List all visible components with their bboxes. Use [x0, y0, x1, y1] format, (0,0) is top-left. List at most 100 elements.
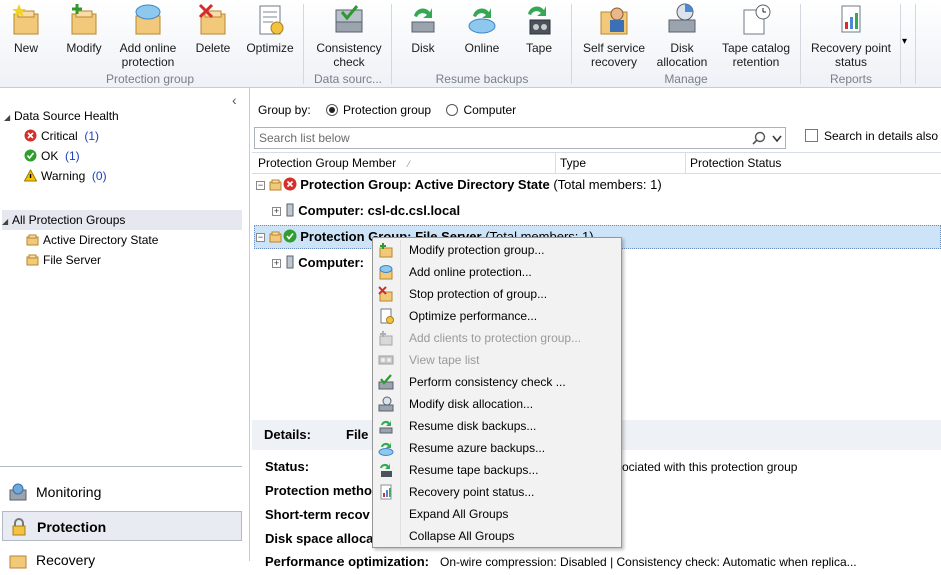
ribbon-separator: [900, 4, 901, 84]
group-by-protection-group-radio[interactable]: Protection group: [326, 103, 431, 117]
resume-disk-button[interactable]: Disk: [402, 2, 444, 55]
resume-disk-icon: [379, 420, 393, 434]
column-header-type[interactable]: Type: [556, 153, 686, 173]
tape-catalog-retention-button[interactable]: Tape catalog retention: [716, 2, 796, 69]
menu-item-add-clients[interactable]: Add clients to protection group...: [374, 327, 620, 349]
ribbon-overflow-button[interactable]: ▾: [902, 36, 907, 47]
group-label-manage: Manage: [664, 72, 708, 86]
online-protection-icon: [135, 4, 161, 35]
table-row[interactable]: + Computer:: [272, 251, 364, 275]
details-status-text: ociated with this protection group: [622, 460, 798, 474]
add-online-protection-button[interactable]: Add online protection: [114, 2, 182, 69]
nav-protection[interactable]: Protection: [2, 511, 242, 541]
menu-item-consistency-check[interactable]: Perform consistency check ...: [374, 371, 620, 393]
resume-disk-icon: [411, 8, 435, 33]
resume-tape-icon: [528, 6, 551, 35]
details-performance-text: On-wire compression: Disabled | Consiste…: [440, 555, 857, 569]
menu-item-optimize-performance[interactable]: Optimize performance...: [374, 305, 620, 327]
health-ok-item[interactable]: OK (1): [24, 146, 80, 166]
search-icon[interactable]: [752, 131, 766, 145]
protection-group-icon: [26, 254, 39, 266]
group-by-bar: Group by: Protection group Computer: [258, 103, 516, 117]
protection-lock-icon: [12, 518, 26, 536]
menu-item-modify-protection-group[interactable]: Modify protection group...: [374, 239, 620, 261]
critical-icon: [24, 129, 37, 142]
menu-item-expand-all-groups[interactable]: Expand All Groups: [374, 503, 620, 525]
resume-online-button[interactable]: Online: [458, 2, 506, 55]
expanded-triangle-icon: ◢: [4, 113, 11, 122]
ok-icon: [24, 149, 37, 162]
modify-button[interactable]: Modify: [60, 2, 108, 55]
table-row[interactable]: + Computer: csl-dc.csl.local: [272, 199, 460, 223]
delete-button[interactable]: Delete: [190, 2, 236, 55]
disk-allocation-icon: [668, 3, 696, 33]
menu-item-modify-disk-allocation[interactable]: Modify disk allocation...: [374, 393, 620, 415]
table-row[interactable]: − Protection Group: Active Directory Sta…: [256, 173, 662, 197]
all-protection-groups-node[interactable]: ◢ All Protection Groups: [2, 210, 242, 230]
menu-item-view-tape-list[interactable]: View tape list: [374, 349, 620, 371]
consistency-check-icon: [335, 5, 363, 33]
online-protection-icon: [379, 265, 393, 280]
menu-item-resume-tape-backups[interactable]: Resume tape backups...: [374, 459, 620, 481]
column-header-status[interactable]: Protection Status: [686, 153, 941, 173]
disk-allocation-button[interactable]: Disk allocation: [656, 2, 708, 69]
details-status-label: Status:: [265, 459, 310, 474]
nav-monitoring[interactable]: Monitoring: [2, 477, 242, 507]
warning-icon: [23, 168, 38, 182]
self-service-icon: [600, 7, 628, 35]
consistency-check-button[interactable]: Consistency check: [312, 2, 386, 69]
recovery-point-status-button[interactable]: Recovery point status: [804, 2, 898, 69]
group-label-resume-backups: Resume backups: [435, 72, 529, 86]
expanded-triangle-icon: ◢: [2, 217, 9, 226]
collapse-toggle-icon[interactable]: −: [256, 181, 265, 190]
expand-toggle-icon[interactable]: +: [272, 207, 281, 216]
disk-allocation-icon: [378, 396, 394, 412]
nav-divider: [0, 466, 242, 467]
radio-unselected-icon: [446, 104, 459, 116]
data-source-health-node[interactable]: ◢ Data Source Health: [4, 106, 119, 126]
expand-toggle-icon[interactable]: +: [272, 259, 281, 268]
recovery-point-icon: [841, 5, 861, 33]
details-protection-method-label: Protection metho: [265, 483, 372, 498]
sort-indicator-icon: ⁄: [408, 159, 410, 169]
menu-item-resume-disk-backups[interactable]: Resume disk backups...: [374, 415, 620, 437]
search-in-details-checkbox[interactable]: Search in details also: [805, 129, 938, 143]
ribbon-separator: [800, 4, 801, 84]
tape-list-icon: [378, 355, 394, 365]
search-input[interactable]: Search list below: [254, 127, 786, 149]
protection-group-item[interactable]: File Server: [26, 250, 101, 270]
resume-online-icon: [468, 8, 496, 34]
new-button[interactable]: New: [4, 2, 48, 55]
resume-tape-button[interactable]: Tape: [518, 2, 560, 55]
group-by-computer-radio[interactable]: Computer: [446, 103, 516, 117]
navigation-pane: ‹ ◢ Data Source Health Critical (1) OK (1…: [0, 88, 250, 569]
menu-item-resume-azure-backups[interactable]: Resume azure backups...: [374, 437, 620, 459]
menu-item-stop-protection[interactable]: Stop protection of group...: [374, 283, 620, 305]
details-performance-label: Performance optimization:: [265, 554, 429, 569]
health-critical-item[interactable]: Critical (1): [24, 126, 99, 146]
resume-online-icon: [378, 442, 394, 456]
menu-item-recovery-point-status[interactable]: Recovery point status...: [374, 481, 620, 503]
collapse-pane-chevron-icon[interactable]: ‹: [232, 92, 237, 108]
optimize-button[interactable]: Optimize: [244, 2, 296, 55]
collapse-toggle-icon[interactable]: −: [256, 233, 265, 242]
self-service-recovery-button[interactable]: Self service recovery: [578, 2, 650, 69]
group-by-label: Group by:: [258, 103, 311, 117]
menu-item-collapse-all-groups[interactable]: Collapse All Groups: [374, 525, 620, 547]
critical-icon: [283, 177, 297, 191]
radio-selected-icon: [326, 104, 339, 116]
menu-item-add-online-protection[interactable]: Add online protection...: [374, 261, 620, 283]
details-short-term-label: Short-term recov: [265, 507, 370, 522]
details-disk-space-label: Disk space alloca: [265, 531, 374, 546]
column-header-member[interactable]: Protection Group Member ⁄: [254, 153, 556, 173]
details-title: Details:: [264, 427, 311, 442]
nav-recovery[interactable]: Recovery: [2, 545, 242, 575]
chevron-down-icon[interactable]: [772, 135, 782, 143]
delete-icon: [198, 3, 226, 35]
ok-icon: [283, 229, 297, 243]
protection-group-icon: [26, 234, 39, 246]
health-warning-item[interactable]: Warning (0): [23, 166, 107, 186]
stop-protection-icon: [378, 286, 393, 302]
protection-group-item[interactable]: Active Directory State: [26, 230, 158, 250]
ribbon-separator: [571, 4, 572, 84]
